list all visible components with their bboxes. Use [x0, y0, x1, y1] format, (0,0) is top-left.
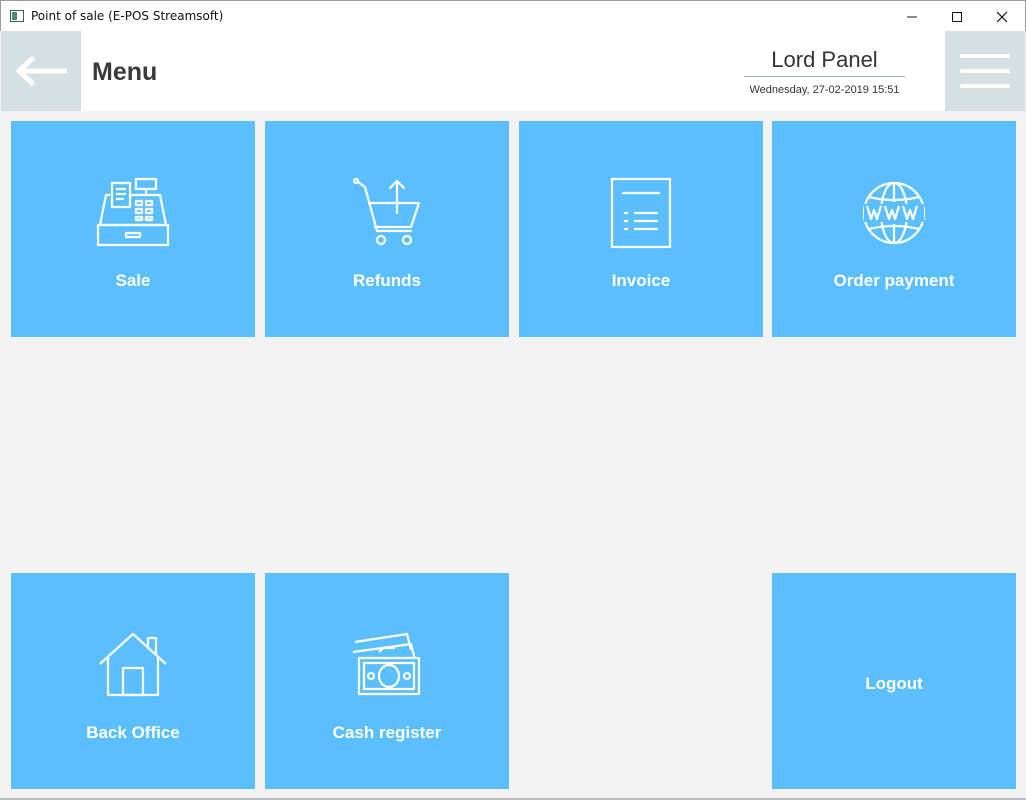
window-title: Point of sale (E-POS Streamsoft) — [31, 9, 224, 23]
cash-register-icon — [96, 177, 170, 247]
tile-label: Refunds — [353, 271, 421, 290]
tile-label: Cash register — [332, 723, 442, 742]
close-button[interactable] — [979, 1, 1025, 32]
tile-order-payment[interactable]: Order payment — [772, 121, 1016, 337]
menu-button[interactable] — [945, 31, 1025, 111]
minimize-button[interactable] — [889, 1, 935, 32]
tile-back-office[interactable]: Back Office — [11, 573, 255, 789]
document-list-icon — [610, 177, 672, 249]
maximize-icon — [952, 11, 962, 22]
hamburger-icon — [960, 54, 1010, 88]
window-titlebar: Point of sale (E-POS Streamsoft) — [0, 0, 1026, 31]
tile-label: Order payment — [833, 271, 955, 290]
globe-www-icon — [862, 181, 926, 245]
minimize-icon — [907, 16, 917, 17]
cart-return-icon — [352, 177, 421, 246]
user-name: Lord Panel — [744, 47, 905, 77]
tile-cash-register[interactable]: Cash register — [265, 573, 509, 789]
datetime: Wednesday, 27-02-2019 15:51 — [749, 84, 900, 96]
tile-label: Back Office — [86, 723, 180, 742]
app-icon — [10, 10, 24, 22]
close-icon — [996, 11, 1008, 22]
page-title: Menu — [92, 58, 158, 86]
tile-label: Invoice — [611, 271, 671, 290]
tile-refunds[interactable]: Refunds — [265, 121, 509, 337]
tile-invoice[interactable]: Invoice — [519, 121, 763, 337]
back-button[interactable] — [1, 31, 81, 111]
tile-logout[interactable]: Logout — [772, 573, 1016, 789]
tile-sale[interactable]: Sale — [11, 121, 255, 337]
maximize-button[interactable] — [934, 1, 980, 32]
tile-label: Sale — [115, 271, 151, 290]
house-icon — [99, 632, 167, 697]
header: Menu Lord Panel Wednesday, 27-02-2019 15… — [1, 31, 1025, 111]
banknotes-icon — [352, 632, 421, 696]
arrow-left-icon — [16, 56, 67, 86]
tile-label: Logout — [865, 674, 923, 693]
